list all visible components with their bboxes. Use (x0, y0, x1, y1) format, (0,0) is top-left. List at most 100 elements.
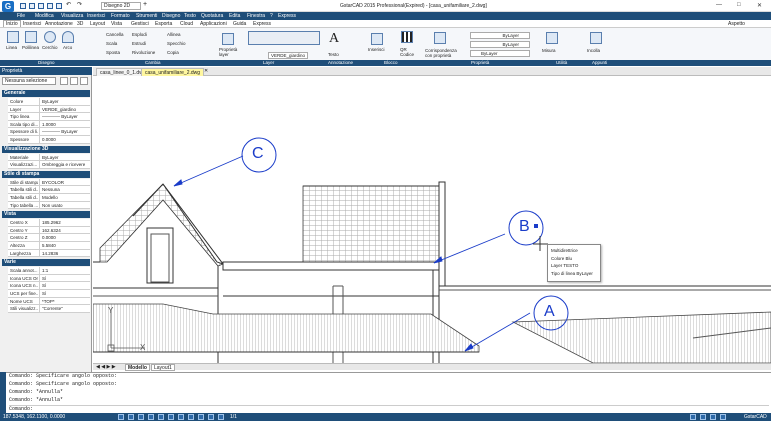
menu-quotatura[interactable]: Quotatura (201, 13, 223, 19)
extrude-command[interactable]: Estrudi (132, 41, 146, 46)
copy-command[interactable]: Copia (167, 50, 179, 55)
lock-icon[interactable] (700, 414, 706, 420)
revolve-command[interactable]: Rivoluzione (132, 50, 155, 55)
tab-gestisci[interactable]: Gestisci (131, 21, 149, 27)
circle-icon[interactable] (44, 31, 56, 43)
property-value[interactable]: ByLayer (42, 98, 59, 105)
tab-vista[interactable]: Vista (111, 21, 122, 27)
explode-command[interactable]: Esplodi (132, 32, 147, 37)
group-layer[interactable]: Layer (263, 60, 274, 66)
tab-layout[interactable]: Layout (90, 21, 105, 27)
close-button[interactable]: ✕ (757, 2, 762, 9)
menu-file[interactable]: File (17, 13, 25, 19)
cancel-command[interactable]: Cancella (106, 32, 124, 37)
menu-modifica[interactable]: Modifica (35, 13, 54, 19)
toggle-pickadd-icon[interactable] (60, 77, 68, 85)
property-value[interactable]: ———— ByLayer (42, 128, 78, 135)
group-appunti[interactable]: Appunti (592, 60, 607, 66)
property-value[interactable]: Modello (42, 194, 58, 201)
isolate-icon[interactable] (710, 414, 716, 420)
group-blocco[interactable]: Blocco (384, 60, 398, 66)
osnap-icon[interactable] (158, 414, 164, 420)
layer-tools[interactable] (248, 31, 320, 45)
property-row[interactable]: Materiale ByLayer (8, 153, 90, 162)
menu-visualizza[interactable]: Visualizza (61, 13, 83, 19)
property-value[interactable]: 0.0000 (42, 234, 56, 241)
property-row[interactable]: Stili visualizz... "Corrente" (8, 305, 90, 313)
property-row[interactable]: Scala tipo di... 1.0000 (8, 120, 90, 129)
undo-icon[interactable]: ↶ (66, 1, 72, 8)
lineweight-icon[interactable] (188, 414, 194, 420)
redo-icon[interactable]: ↷ (77, 1, 83, 8)
menu-testo[interactable]: Testo (184, 13, 196, 19)
property-row[interactable]: Scala annot... 1:1 (8, 267, 90, 275)
close-tab-icon[interactable]: ✕ (204, 68, 208, 74)
select-objects-icon[interactable] (70, 77, 78, 85)
property-row[interactable]: Visualizzazi... Ombreggia e ricevere (8, 161, 90, 169)
property-value[interactable]: 0.0000 (42, 136, 56, 143)
property-value[interactable]: 14.2836 (42, 250, 58, 257)
annotation-scale[interactable]: 1/1 (230, 414, 237, 420)
menu-help[interactable]: ? (270, 13, 273, 19)
menu-disegno[interactable]: Disegno (162, 13, 180, 19)
property-value[interactable]: 1:1 (42, 267, 48, 274)
save-icon[interactable] (38, 3, 44, 9)
linetype-dropdown[interactable]: ByLayer (470, 41, 530, 48)
properties-section-header[interactable]: Stile di stampa (2, 170, 90, 178)
workspace-icon[interactable] (690, 414, 696, 420)
move-command[interactable]: Sposta (106, 50, 120, 55)
polar-icon[interactable] (148, 414, 154, 420)
property-row[interactable]: Layer VERDE_giardino (8, 105, 90, 114)
property-row[interactable]: Tabella stili d... Modello (8, 194, 90, 202)
property-row[interactable]: Icona UCS n... Sì (8, 282, 90, 290)
group-proprieta[interactable]: Proprietà (471, 60, 489, 66)
save-as-icon[interactable] (47, 3, 53, 9)
color-dropdown[interactable]: ByLayer (470, 32, 530, 39)
properties-section-header[interactable]: Varie (2, 259, 90, 267)
align-command[interactable]: Allinea (167, 32, 181, 37)
property-row[interactable]: UCS per fine... Sì (8, 290, 90, 298)
measure-icon[interactable] (546, 32, 558, 44)
snap-icon[interactable] (128, 414, 134, 420)
drawing-canvas[interactable]: C B A Y X (93, 76, 771, 363)
property-row[interactable]: Icona UCS On Sì (8, 274, 90, 283)
clean-screen-icon[interactable] (720, 414, 726, 420)
tab-3d[interactable]: 3D (77, 21, 83, 27)
ortho-icon[interactable] (138, 414, 144, 420)
selection-dropdown[interactable]: Nessuna selezione (2, 77, 56, 85)
open-file-icon[interactable] (29, 3, 35, 9)
menu-edita[interactable]: Edita (229, 13, 240, 19)
line-icon[interactable] (7, 31, 19, 43)
property-row[interactable]: Tabella stili d... Nessuna (8, 186, 90, 194)
group-utilita[interactable]: Utilità (556, 60, 567, 66)
group-disegno[interactable]: Disegno (38, 60, 55, 66)
doc-tab-casa-unifamiliare[interactable]: casa_unifamiliare_2.dwg (141, 68, 205, 76)
tab-cloud[interactable]: Cloud (180, 21, 193, 27)
property-value[interactable]: 1.0000 (42, 121, 56, 128)
property-value[interactable]: *TOP* (42, 298, 55, 305)
tab-nav-arrows[interactable]: ◀ ◀ ▶ ▶ (96, 364, 116, 370)
add-icon[interactable]: + (143, 1, 147, 8)
command-input[interactable]: Comando: (9, 405, 769, 412)
app-logo-icon[interactable]: G (2, 1, 14, 12)
quick-select-icon[interactable] (80, 77, 88, 85)
tab-esporta[interactable]: Esporta (155, 21, 172, 27)
insert-icon[interactable] (371, 33, 383, 45)
text-icon[interactable]: A (329, 31, 339, 47)
property-value[interactable]: 162.6324 (42, 227, 61, 234)
property-value[interactable]: Ombreggia e ricevere (42, 161, 85, 168)
property-row[interactable]: Centro X 185.2962 (8, 219, 90, 227)
new-file-icon[interactable] (20, 3, 26, 9)
polyline-icon[interactable] (25, 31, 37, 43)
maximize-button[interactable]: □ (737, 2, 741, 8)
property-row[interactable]: Spessore 0.0000 (8, 136, 90, 144)
property-row[interactable]: Tipo linea ———— ByLayer (8, 113, 90, 121)
mirror-command[interactable]: Specchio (167, 41, 186, 46)
menu-express[interactable]: Express (278, 13, 296, 19)
layer-properties-icon[interactable] (222, 33, 234, 45)
property-value[interactable]: Nessuna (42, 186, 60, 193)
paste-icon[interactable] (590, 32, 602, 44)
selection-cycling-icon[interactable] (208, 414, 214, 420)
menu-inserisci[interactable]: Inserisci (87, 13, 105, 19)
properties-section-header[interactable]: Visualizzazione 3D (2, 145, 90, 153)
